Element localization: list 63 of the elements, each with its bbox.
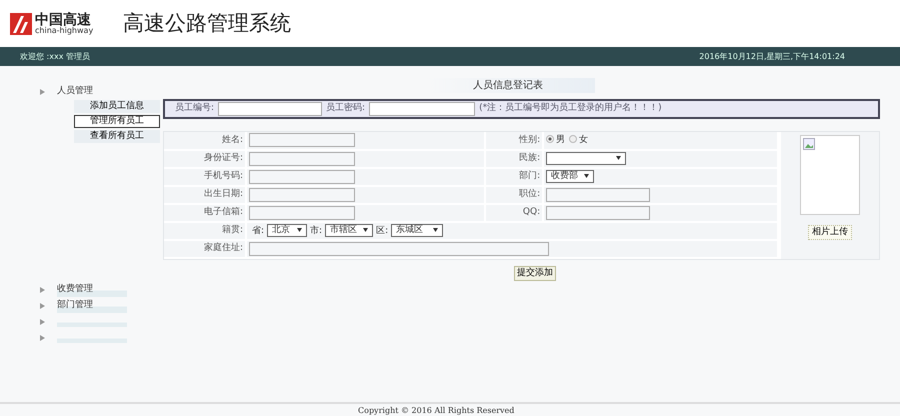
field-label: 手机号码:: [204, 171, 243, 182]
field-label: 民族:: [519, 153, 540, 164]
arrow-icon: [40, 335, 45, 341]
field-label: 电子信箱:: [204, 207, 243, 218]
arrow-icon: [40, 287, 45, 293]
copyright-text: Copyright © 2016 All Rights Reserved: [358, 405, 516, 416]
field-label: 籍贯:: [222, 225, 243, 236]
option-label: 男: [556, 134, 566, 145]
field-label: 出生日期:: [204, 189, 243, 200]
radio-button[interactable]: [546, 135, 554, 144]
arrow-icon: [40, 303, 45, 309]
field-label: 员工编号:: [175, 102, 214, 116]
field-label: 性别:: [519, 134, 540, 145]
field-label: 市:: [310, 226, 322, 236]
field-label: 身份证号:: [204, 153, 243, 164]
field-label: 姓名:: [222, 134, 243, 145]
input-field[interactable]: [249, 242, 549, 256]
input-field[interactable]: [369, 102, 476, 116]
menu-group[interactable]: 人员管理: [57, 85, 127, 99]
upload-button[interactable]: 相片上传: [808, 225, 852, 240]
caret-icon: [616, 156, 622, 160]
dropdown[interactable]: 收费部: [546, 170, 594, 183]
logo-text: 中国高速: [35, 12, 91, 26]
field-label: 家庭住址:: [204, 243, 243, 254]
dropdown[interactable]: 市辖区: [325, 224, 374, 237]
logo-subtext: china-highway: [35, 26, 94, 34]
arrow-icon: [40, 89, 45, 95]
welcome-text: 欢迎您 :xxx 管理员: [20, 50, 90, 62]
field-label: 员工密码:: [326, 102, 366, 116]
radio-button[interactable]: [569, 135, 578, 144]
field-label: 部门:: [519, 171, 540, 182]
field-label: QQ:: [522, 207, 540, 218]
menu-item[interactable]: 管理所有员工: [74, 115, 160, 128]
date-time: 2016年10月12日,星期三,下午14:01:24: [699, 50, 845, 62]
menu-item[interactable]: 添加员工信息: [74, 100, 160, 113]
dropdown[interactable]: 东城区: [391, 224, 444, 237]
input-field[interactable]: [249, 152, 355, 166]
input-field[interactable]: [546, 206, 650, 220]
submit-button[interactable]: 提交添加: [514, 266, 556, 281]
caret-icon: [297, 228, 302, 232]
dropdown[interactable]: [546, 152, 626, 165]
arrow-icon: [40, 319, 45, 325]
field-label: 职位:: [519, 189, 540, 200]
menu-item[interactable]: 查看所有员工: [74, 130, 160, 143]
note-text: (*注：员工编号即为员工登录的用户名！！！): [479, 102, 662, 116]
app-title: 高速公路管理系统: [123, 10, 292, 37]
input-field[interactable]: [249, 206, 355, 220]
field-label: 省:: [252, 226, 264, 236]
menu-group[interactable]: 部门管理: [57, 299, 127, 313]
input-field[interactable]: [249, 188, 355, 202]
input-field[interactable]: [249, 170, 355, 184]
input-field[interactable]: [218, 102, 322, 116]
caret-icon: [433, 228, 438, 232]
caret-icon: [363, 228, 368, 232]
logo-icon: [10, 12, 32, 34]
option-label: 女: [579, 134, 588, 145]
broken-image-icon: [803, 138, 815, 150]
caret-icon: [584, 174, 590, 178]
dropdown[interactable]: 北京: [267, 224, 308, 237]
field-label: 区:: [376, 226, 388, 236]
menu-group[interactable]: 收费管理: [57, 283, 127, 297]
input-field[interactable]: [546, 188, 650, 202]
input-field[interactable]: [249, 133, 355, 148]
